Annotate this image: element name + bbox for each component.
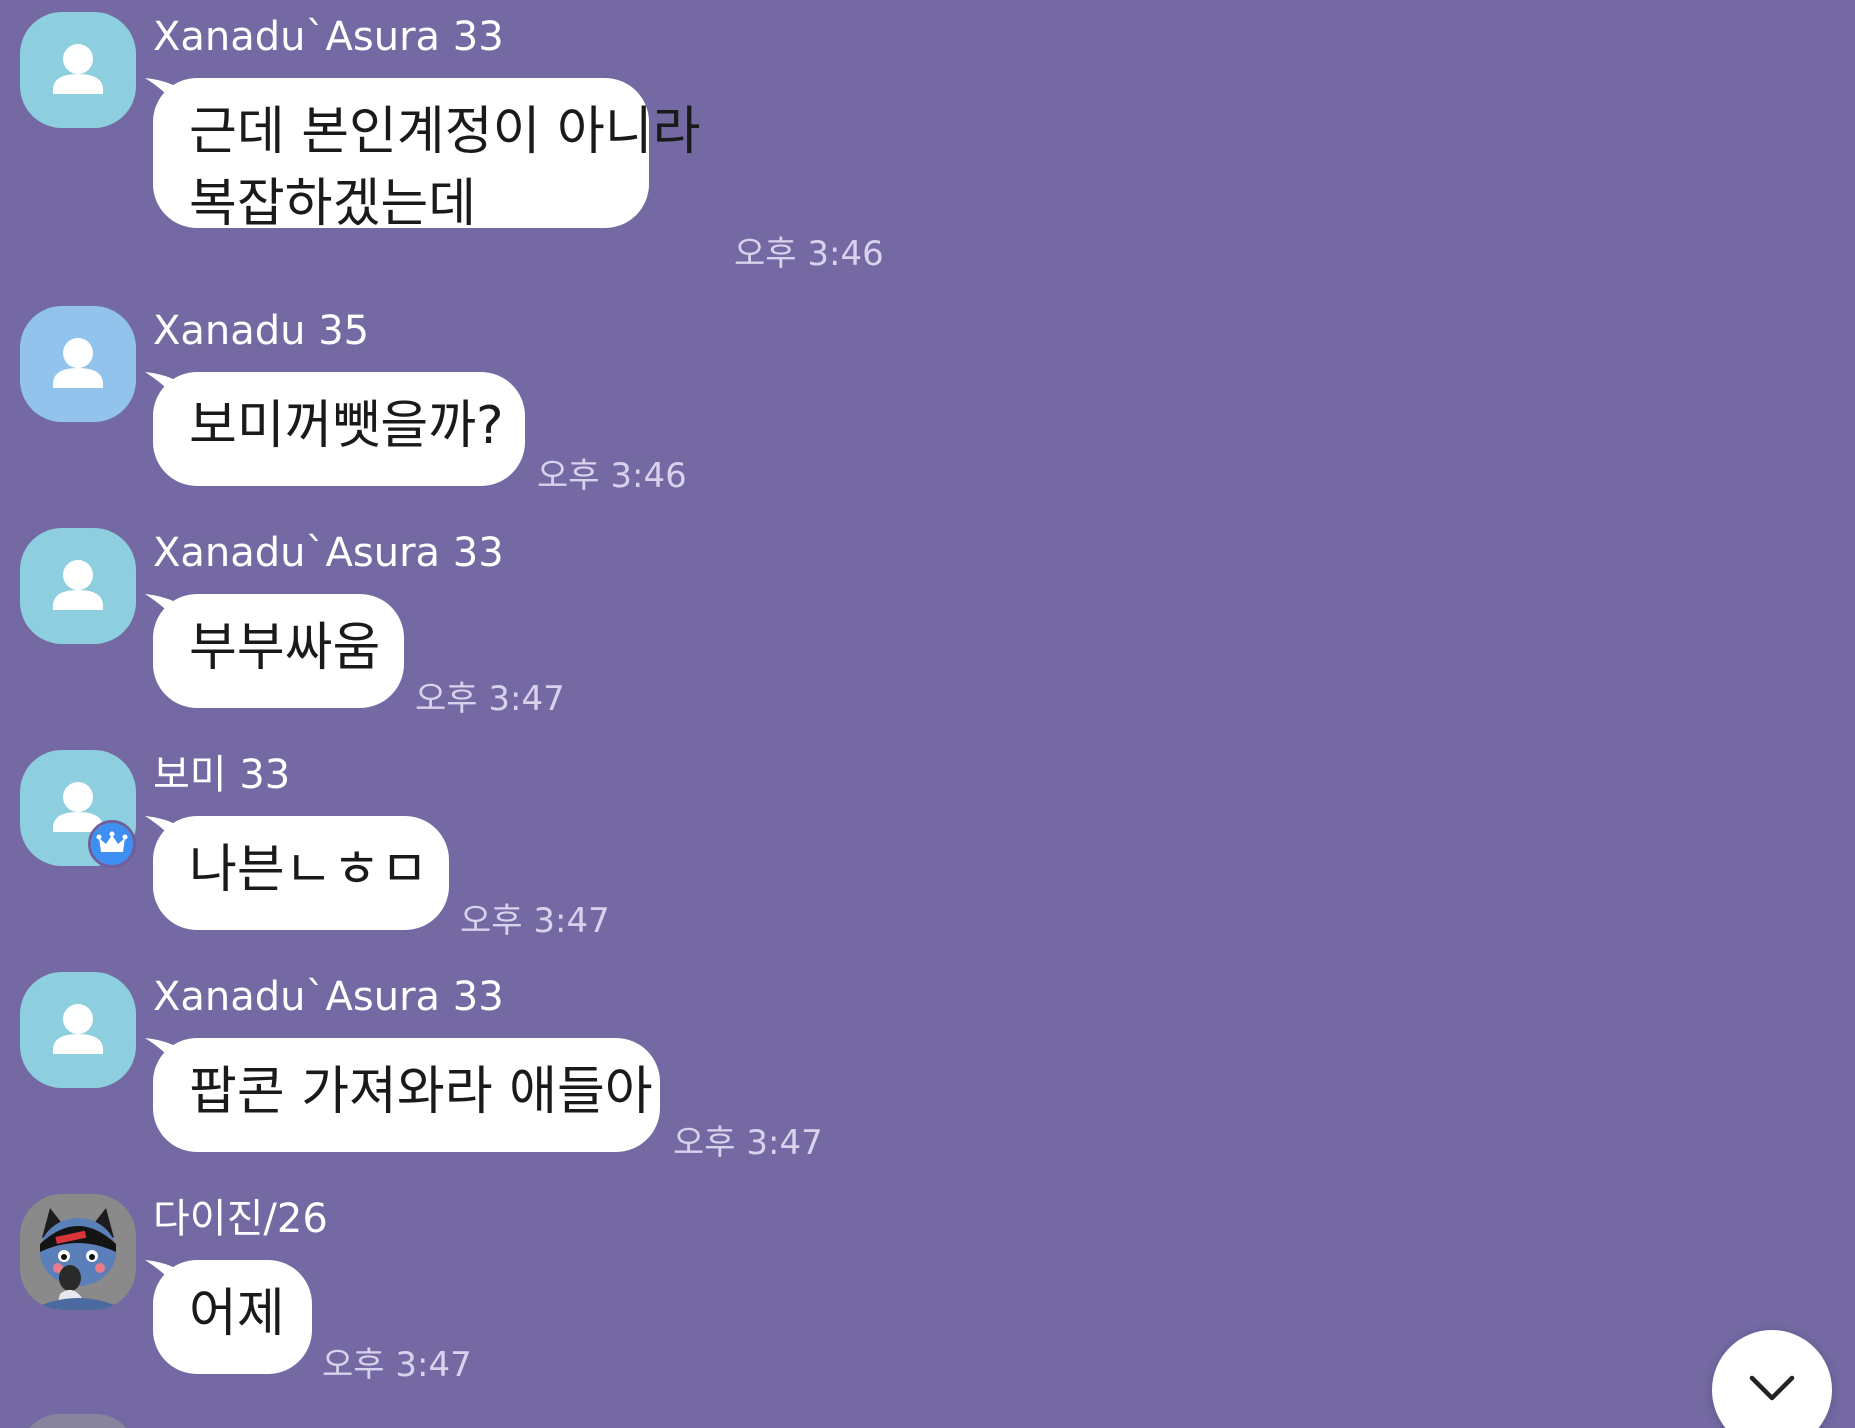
message-bubble[interactable]: 근데 본인계정이 아니라 복잡하겠는데: [145, 78, 701, 234]
message-bubble[interactable]: 부부싸움: [145, 594, 404, 708]
message-bubble[interactable]: 나븐ㄴㅎㅁ: [145, 816, 449, 930]
default-profile-icon: [20, 12, 136, 128]
cartoon-cat-avatar-icon: [20, 1194, 136, 1310]
chevron-down-icon: [1749, 1375, 1795, 1401]
message-bubble[interactable]: 어제: [145, 1260, 312, 1374]
bubble-tail: [145, 816, 179, 846]
message-time: 오후 3:46: [537, 456, 687, 496]
bubble-tail: [145, 372, 179, 402]
scroll-to-bottom-button[interactable]: [1712, 1330, 1832, 1428]
message-bubble[interactable]: 보미꺼뺏을까?: [145, 372, 525, 486]
sender-name: Xanadu`Asura 33: [153, 974, 504, 1020]
message-text-line: 나븐ㄴㅎㅁ: [189, 840, 429, 900]
sender-avatar[interactable]: [20, 12, 136, 128]
message-time: 오후 3:47: [460, 901, 610, 941]
default-profile-icon: [20, 528, 136, 644]
sender-name: 보미 33: [153, 752, 291, 798]
sender-avatar[interactable]: [20, 972, 136, 1088]
message-time: 오후 3:47: [673, 1123, 823, 1163]
message-text-line: 근데 본인계정이 아니라: [189, 102, 701, 162]
message-text-line: 부부싸움: [189, 618, 381, 678]
message-time: 오후 3:47: [415, 679, 565, 719]
message-bubble[interactable]: 팝콘 가져와라 애들아: [145, 1038, 660, 1152]
crown-icon: [88, 820, 136, 868]
message-text-line: 팝콘 가져와라 애들아: [189, 1062, 653, 1122]
message-time: 오후 3:46: [734, 234, 884, 274]
partial-sender-avatar: [20, 1414, 136, 1428]
bubble-tail: [145, 1260, 179, 1290]
default-profile-icon: [20, 972, 136, 1088]
message-text-line: 복잡하겠는데: [189, 174, 477, 234]
sender-avatar[interactable]: [20, 1194, 136, 1310]
sender-name: Xanadu`Asura 33: [153, 14, 504, 60]
chat-message-list[interactable]: Xanadu`Asura 33 근데 본인계정이 아니라 복잡하겠는데 오후 3…: [0, 0, 1855, 1428]
message-text-line: 어제: [189, 1284, 285, 1344]
message-text-line: 보미꺼뺏을까?: [189, 396, 504, 456]
sender-avatar[interactable]: [20, 306, 136, 422]
message-time: 오후 3:47: [322, 1345, 472, 1385]
bubble-tail: [145, 594, 179, 624]
default-profile-icon: [20, 306, 136, 422]
sender-name: Xanadu 35: [153, 308, 370, 354]
sender-name: Xanadu`Asura 33: [153, 530, 504, 576]
sender-name: 다이진/26: [153, 1196, 328, 1242]
bubble-tail: [145, 78, 179, 108]
bubble-tail: [145, 1038, 179, 1068]
sender-avatar[interactable]: [20, 528, 136, 644]
